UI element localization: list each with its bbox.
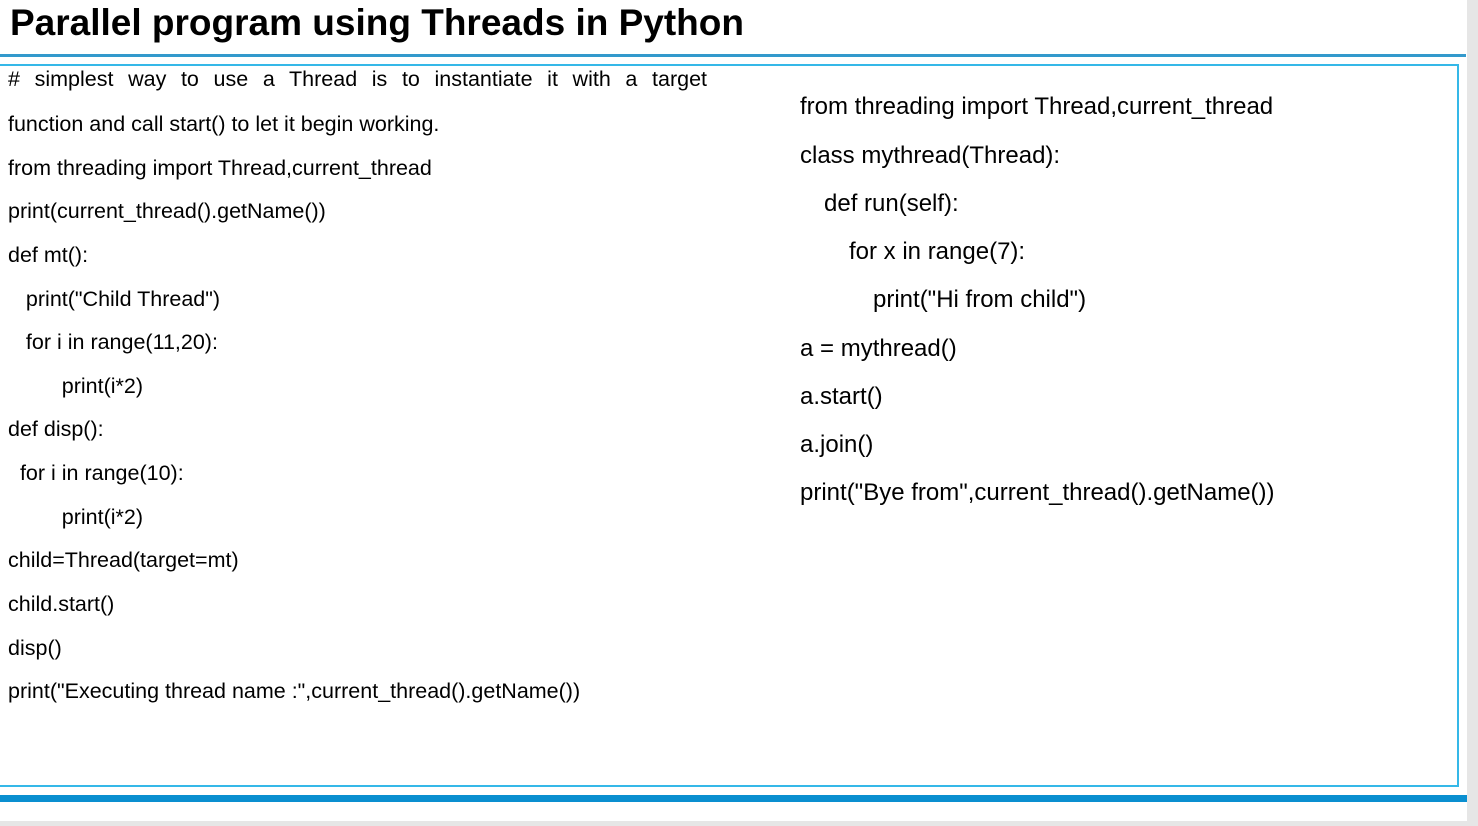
code-line: def run(self): (824, 190, 959, 217)
code-line: def disp(): (8, 417, 104, 441)
code-line: print(current_thread().getName()) (8, 199, 326, 223)
code-line: a.join() (800, 431, 874, 458)
code-line: print("Bye from",current_thread().getNam… (800, 479, 1275, 506)
code-line: from threading import Thread,current_thr… (8, 156, 432, 180)
code-line: function and call start() to let it begi… (8, 112, 440, 136)
code-line: from threading import Thread,current_thr… (800, 93, 1274, 120)
code-line: print(i*2) (8, 505, 144, 529)
code-line: for x in range(7): (849, 238, 1026, 265)
code-line: disp() (8, 636, 62, 660)
code-line: class mythread(Thread): (800, 142, 1061, 169)
code-line: for i in range(10): (8, 461, 184, 485)
code-line: print("Hi from child") (873, 286, 1087, 313)
title-divider (0, 54, 1466, 57)
slide-title: Parallel program using Threads in Python (10, 2, 744, 43)
code-line: for i in range(11,20): (8, 330, 218, 354)
code-line: child=Thread(target=mt) (8, 548, 239, 572)
code-line: child.start() (8, 592, 115, 616)
code-line: a = mythread() (800, 335, 957, 362)
code-line: print("Executing thread name :",current_… (8, 679, 581, 703)
code-line: a.start() (800, 383, 883, 410)
code-line: print(i*2) (8, 374, 144, 398)
code-line: # simplest way to use a Thread is to ins… (8, 67, 707, 91)
code-line: def mt(): (8, 243, 89, 267)
code-line: print("Child Thread") (8, 287, 221, 311)
slide: Parallel program using Threads in Python… (0, 0, 1467, 821)
footer-bar (0, 795, 1467, 802)
